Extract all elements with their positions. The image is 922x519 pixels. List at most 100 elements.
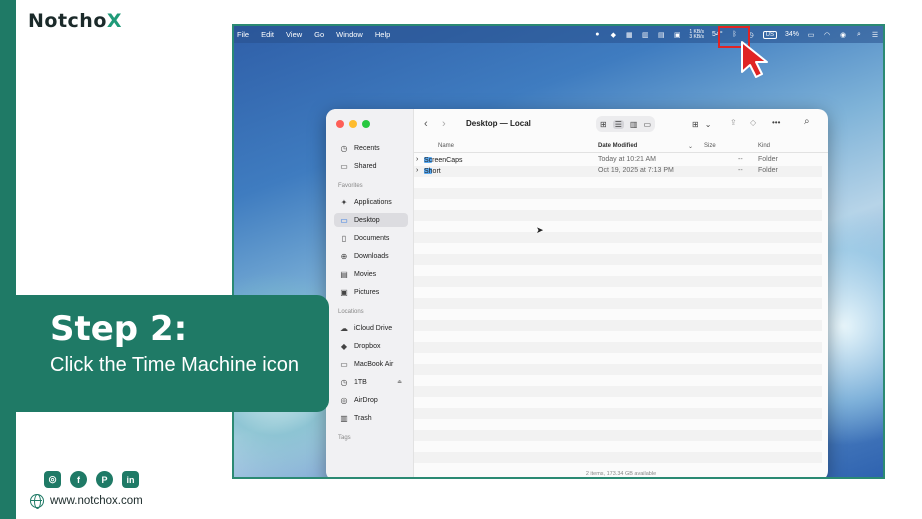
sidebar-item-desktop[interactable]: ▭ Desktop — [334, 213, 408, 227]
apps-icon: ✦ — [340, 197, 348, 207]
mac-menubar: File Edit View Go Window Help ● ◆ ▦ ▥ ▤ … — [234, 26, 883, 43]
column-size[interactable]: Size — [704, 143, 716, 149]
chevron-down-icon: ⌄ — [688, 144, 694, 150]
group-icon: ⊞ — [692, 119, 699, 129]
window-controls — [336, 120, 370, 128]
sidebar-item-pictures[interactable]: ▣ Pictures — [334, 285, 408, 299]
cloud-icon: ☁ — [340, 323, 348, 333]
disk-icon[interactable]: ▤ — [657, 31, 665, 39]
menu-edit[interactable]: Edit — [261, 30, 274, 39]
pointer-arrow-icon — [741, 41, 768, 78]
sidebar-item-downloads[interactable]: ⊕ Downloads — [334, 249, 408, 263]
menu-go[interactable]: Go — [314, 30, 324, 39]
sidebar-item-recents[interactable]: ◷ Recents — [334, 141, 408, 155]
sidebar-item-macbook-air[interactable]: ▭ MacBook Air — [334, 357, 408, 371]
locations-heading: Locations — [338, 309, 364, 315]
favorites-heading: Favorites — [338, 183, 363, 189]
more-icon[interactable]: ••• — [772, 118, 780, 127]
empty-row — [414, 254, 822, 265]
sidebar-item-1tb[interactable]: ◷ 1TB ⏏ — [334, 375, 408, 389]
menu-help[interactable]: Help — [375, 30, 390, 39]
sidebar-item-airdrop[interactable]: ◎ AirDrop — [334, 393, 408, 407]
sidebar-item-shared[interactable]: ▭ Shared — [334, 159, 408, 173]
empty-row — [414, 188, 822, 199]
disclosure-arrow-icon[interactable]: › — [416, 167, 418, 174]
battery-percent[interactable]: 34% — [785, 31, 799, 38]
forward-button[interactable]: › — [442, 118, 446, 130]
sensor-icon[interactable]: ▣ — [673, 31, 681, 39]
left-accent-bar — [0, 0, 16, 519]
group-menu[interactable]: ⊞ ⌄ — [688, 116, 715, 132]
menu-view[interactable]: View — [286, 30, 302, 39]
empty-row — [414, 210, 822, 221]
eject-icon[interactable]: ⏏ — [397, 379, 402, 385]
input-source[interactable]: US — [762, 30, 777, 39]
desktop-icon: ▭ — [340, 215, 348, 225]
notchox-logo: NotchoX — [28, 10, 123, 32]
spotlight-icon[interactable]: ⌕ — [855, 31, 863, 39]
finder-toolbar: ‹ › Desktop — Local ⊞ ☰ ▥ ▭ ⊞ ⌄ ⇪ ◇ ••• ⌕ — [414, 109, 828, 141]
list-item[interactable]: › Short Oct 19, 2025 at 7:13 PM -- Folde… — [414, 166, 822, 177]
zoom-button[interactable] — [362, 120, 370, 128]
column-header: Name Date Modified ⌄ Size Kind — [414, 141, 828, 153]
empty-row — [414, 320, 822, 331]
close-button[interactable] — [336, 120, 344, 128]
battery-icon[interactable]: ▭ — [807, 31, 815, 39]
column-name[interactable]: Name — [438, 143, 454, 149]
back-button[interactable]: ‹ — [424, 118, 428, 130]
sidebar-item-icloud-drive[interactable]: ☁ iCloud Drive — [334, 321, 408, 335]
empty-row — [414, 430, 822, 441]
column-date-modified[interactable]: Date Modified — [598, 143, 637, 149]
window-title: Desktop — Local — [466, 119, 531, 128]
memory-icon[interactable]: ▥ — [641, 31, 649, 39]
document-icon: ▯ — [341, 233, 347, 243]
pinterest-icon[interactable]: P — [96, 471, 113, 488]
finder-sidebar: ◷ Recents ▭ Shared Favorites ✦ Applications… — [326, 109, 414, 477]
column-kind[interactable]: Kind — [758, 143, 770, 149]
sidebar-item-documents[interactable]: ▯ Documents — [334, 231, 408, 245]
step-title: Step 2: — [50, 309, 188, 349]
shared-folder-icon: ▭ — [340, 161, 348, 171]
menu-file[interactable]: File — [237, 30, 249, 39]
sidebar-item-applications[interactable]: ✦ Applications — [334, 195, 408, 209]
empty-row — [414, 452, 822, 463]
empty-row — [414, 298, 822, 309]
facebook-icon[interactable]: f — [70, 471, 87, 488]
menu-window[interactable]: Window — [336, 30, 363, 39]
instagram-icon[interactable]: ◎ — [44, 471, 61, 488]
gallery-view-icon[interactable]: ▭ — [643, 120, 651, 129]
file-list: › ScreenCaps Today at 10:21 AM -- Folder… — [414, 155, 822, 471]
step-banner: Step 2: Click the Time Machine icon — [16, 295, 329, 412]
empty-row — [414, 232, 822, 243]
mouse-pointer-icon: ➤ — [536, 225, 544, 235]
icon-view-icon[interactable]: ⊞ — [600, 120, 607, 129]
disclosure-arrow-icon[interactable]: › — [416, 156, 418, 163]
wifi-icon[interactable]: ◠ — [823, 31, 831, 39]
list-item[interactable]: › ScreenCaps Today at 10:21 AM -- Folder — [414, 155, 822, 166]
sidebar-item-movies[interactable]: ▤ Movies — [334, 267, 408, 281]
list-view-icon[interactable]: ☰ — [612, 119, 624, 129]
website-link[interactable]: www.notchox.com — [30, 494, 143, 509]
minimize-button[interactable] — [349, 120, 357, 128]
empty-row — [414, 276, 822, 287]
column-view-icon[interactable]: ▥ — [630, 120, 638, 129]
sidebar-item-dropbox[interactable]: ◆ Dropbox — [334, 339, 408, 353]
share-icon[interactable]: ⇪ — [730, 118, 737, 127]
empty-row — [414, 408, 822, 419]
sidebar-item-trash[interactable]: ▥ Trash — [334, 411, 408, 425]
finder-status-bar: 2 items, 173.34 GB available — [585, 471, 657, 477]
tag-icon[interactable]: ◇ — [750, 118, 756, 127]
empty-row — [414, 342, 822, 353]
user-icon[interactable]: ◉ — [839, 31, 847, 39]
dropbox-menubar-icon[interactable]: ◆ — [609, 31, 617, 39]
tags-heading: Tags — [338, 435, 351, 441]
record-icon[interactable]: ● — [593, 31, 601, 38]
search-icon[interactable]: ⌕ — [804, 116, 810, 127]
clock-icon: ◷ — [340, 143, 348, 153]
control-center-icon[interactable]: ☰ — [871, 31, 879, 39]
network-speed[interactable]: 1 KB/s 3 KB/s — [689, 29, 704, 40]
cpu-icon[interactable]: ▦ — [625, 31, 633, 39]
linkedin-icon[interactable]: in — [122, 471, 139, 488]
clock-icon: ◷ — [340, 377, 348, 387]
finder-window: ◷ Recents ▭ Shared Favorites ✦ Applications… — [326, 109, 828, 477]
